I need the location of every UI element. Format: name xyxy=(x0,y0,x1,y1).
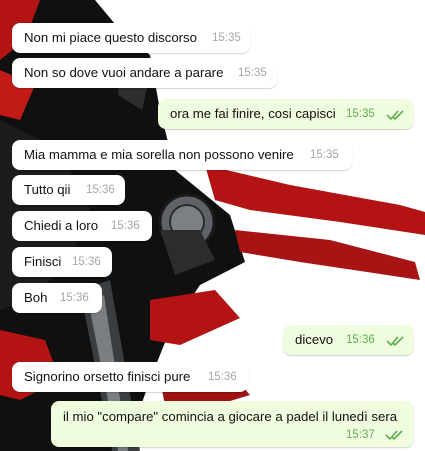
message-time: 15:36 xyxy=(346,334,375,346)
message-text: dicevo xyxy=(295,332,334,347)
message-text: Finisci xyxy=(24,254,62,269)
message-time: 15:35 xyxy=(346,108,375,120)
message-text: il mio "compare" comincia a giocare a pa… xyxy=(63,409,398,424)
message-time: 15:36 xyxy=(111,220,140,232)
message-list[interactable]: Non mi piace questo discorso 15:35 Non s… xyxy=(0,0,425,451)
message-time: 15:35 xyxy=(238,67,267,79)
message-bubble-outgoing[interactable]: ora me fai finire, cosi capisci 15:35 xyxy=(158,99,414,129)
message-bubble-incoming[interactable]: Mia mamma e mia sorella non possono veni… xyxy=(12,140,352,170)
message-time: 15:36 xyxy=(208,371,237,383)
message-text: Non so dove vuoi andare a parare xyxy=(24,65,224,80)
double-check-icon xyxy=(386,336,404,347)
message-time: 15:35 xyxy=(212,32,241,44)
message-time: 15:35 xyxy=(310,149,339,161)
message-bubble-incoming[interactable]: Non mi piace questo discorso 15:35 xyxy=(12,23,250,53)
message-time: 15:36 xyxy=(60,292,89,304)
message-text: Mia mamma e mia sorella non possono veni… xyxy=(24,147,294,162)
message-text: Non mi piace questo discorso xyxy=(24,30,197,45)
message-time: 15:36 xyxy=(86,184,115,196)
message-text: Boh xyxy=(24,290,48,305)
message-bubble-outgoing[interactable]: il mio "compare" comincia a giocare a pa… xyxy=(51,401,414,447)
message-bubble-incoming[interactable]: Chiedi a loro 15:36 xyxy=(12,211,152,241)
message-bubble-incoming[interactable]: Tutto qii 15:36 xyxy=(12,175,125,205)
message-bubble-incoming[interactable]: Non so dove vuoi andare a parare 15:35 xyxy=(12,58,277,88)
message-bubble-incoming[interactable]: Signorino orsetto finisci pure 15:36 xyxy=(12,362,248,392)
message-text: Chiedi a loro xyxy=(24,218,99,233)
double-check-icon xyxy=(386,110,404,121)
message-bubble-incoming[interactable]: Boh 15:36 xyxy=(12,283,102,313)
message-text: Tutto qii xyxy=(24,182,71,197)
message-bubble-incoming[interactable]: Finisci 15:36 xyxy=(12,247,112,277)
message-time: 15:36 xyxy=(72,256,101,268)
message-text: ora me fai finire, cosi capisci xyxy=(170,106,336,121)
double-check-icon xyxy=(385,430,403,441)
message-bubble-outgoing[interactable]: dicevo 15:36 xyxy=(283,325,414,355)
message-text: Signorino orsetto finisci pure xyxy=(24,369,191,384)
message-time: 15:37 xyxy=(346,429,375,441)
